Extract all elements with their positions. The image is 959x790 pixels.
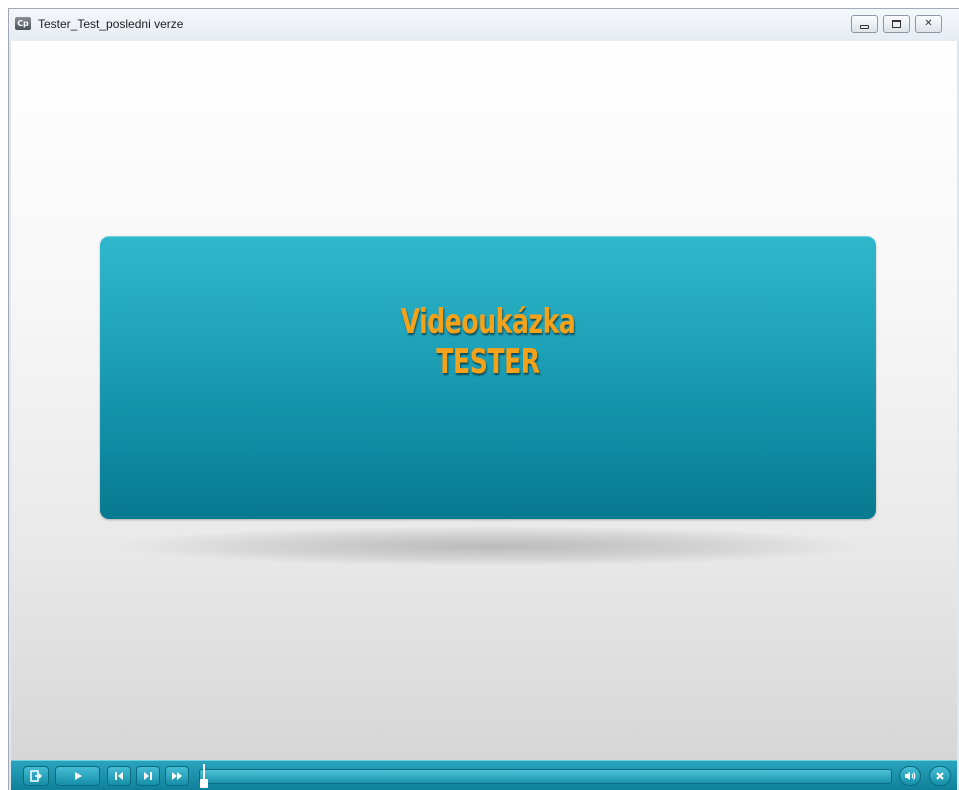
- app-window: Cp Tester_Test_posledni verze ✕ Videouká…: [8, 8, 959, 790]
- banner-floor-shadow: [121, 526, 861, 566]
- maximize-button[interactable]: [883, 15, 910, 33]
- rewind-button[interactable]: [107, 766, 131, 786]
- fast-forward-icon: [172, 772, 182, 780]
- minimize-icon: [860, 25, 869, 29]
- play-button[interactable]: [55, 766, 100, 786]
- close-icon: ✕: [924, 18, 933, 29]
- banner-title: Videoukázka TESTER: [170, 302, 806, 382]
- forward-button[interactable]: [136, 766, 160, 786]
- close-window-button[interactable]: ✕: [915, 15, 942, 33]
- title-bar: Cp Tester_Test_posledni verze ✕: [9, 9, 959, 41]
- progress-bar[interactable]: [199, 769, 892, 784]
- forward-icon: [144, 772, 152, 780]
- minimize-button[interactable]: [851, 15, 878, 33]
- progress-thumb[interactable]: [200, 764, 208, 788]
- audio-icon: [905, 772, 916, 780]
- close-player-button[interactable]: [929, 766, 951, 786]
- captivate-app-icon: Cp: [15, 17, 31, 30]
- slide-stage: Videoukázka TESTER: [11, 41, 957, 760]
- exit-button[interactable]: [23, 766, 49, 786]
- playback-bar: [11, 760, 957, 790]
- maximize-icon: [892, 20, 901, 28]
- banner-title-line1: Videoukázka: [400, 302, 576, 342]
- rewind-icon: [115, 772, 123, 780]
- play-icon: [74, 772, 82, 780]
- window-title: Tester_Test_posledni verze: [38, 17, 184, 31]
- banner-title-line2: TESTER: [436, 342, 540, 382]
- progress-thumb-knob: [200, 779, 208, 788]
- fast-forward-button[interactable]: [165, 766, 189, 786]
- exit-icon: [30, 770, 42, 782]
- audio-button[interactable]: [899, 766, 921, 786]
- title-banner: Videoukázka TESTER: [100, 236, 876, 519]
- close-icon: [936, 772, 944, 780]
